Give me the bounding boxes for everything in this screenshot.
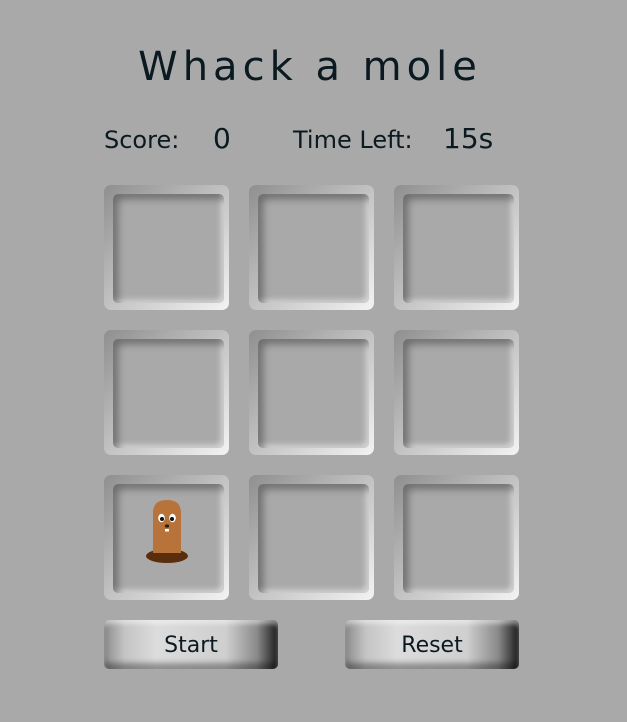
mole-icon[interactable] — [145, 495, 189, 563]
hole-inner — [113, 339, 224, 448]
hole-inner — [258, 194, 369, 303]
reset-button-label: Reset — [401, 633, 463, 658]
hole-1[interactable] — [104, 185, 229, 310]
hole-6[interactable] — [394, 330, 519, 455]
mole-grid — [104, 185, 519, 600]
hole-inner — [258, 339, 369, 448]
hole-7[interactable] — [104, 475, 229, 600]
score-label: Score: — [104, 126, 180, 154]
hole-8[interactable] — [249, 475, 374, 600]
time-left-value: 15s — [443, 122, 494, 155]
hole-5[interactable] — [249, 330, 374, 455]
time-left-label: Time Left: — [293, 126, 413, 154]
hole-inner — [403, 484, 514, 593]
hole-inner — [258, 484, 369, 593]
hole-4[interactable] — [104, 330, 229, 455]
hole-inner — [403, 339, 514, 448]
reset-button[interactable]: Reset — [345, 620, 519, 669]
start-button[interactable]: Start — [104, 620, 278, 669]
hole-inner — [403, 194, 514, 303]
game-title: Whack a mole — [138, 44, 482, 90]
start-button-label: Start — [164, 633, 218, 658]
hole-3[interactable] — [394, 185, 519, 310]
hole-2[interactable] — [249, 185, 374, 310]
hole-9[interactable] — [394, 475, 519, 600]
hole-inner — [113, 194, 224, 303]
score-value: 0 — [213, 122, 231, 155]
stats-bar: Score: 0 Time Left: 15s — [104, 122, 524, 162]
